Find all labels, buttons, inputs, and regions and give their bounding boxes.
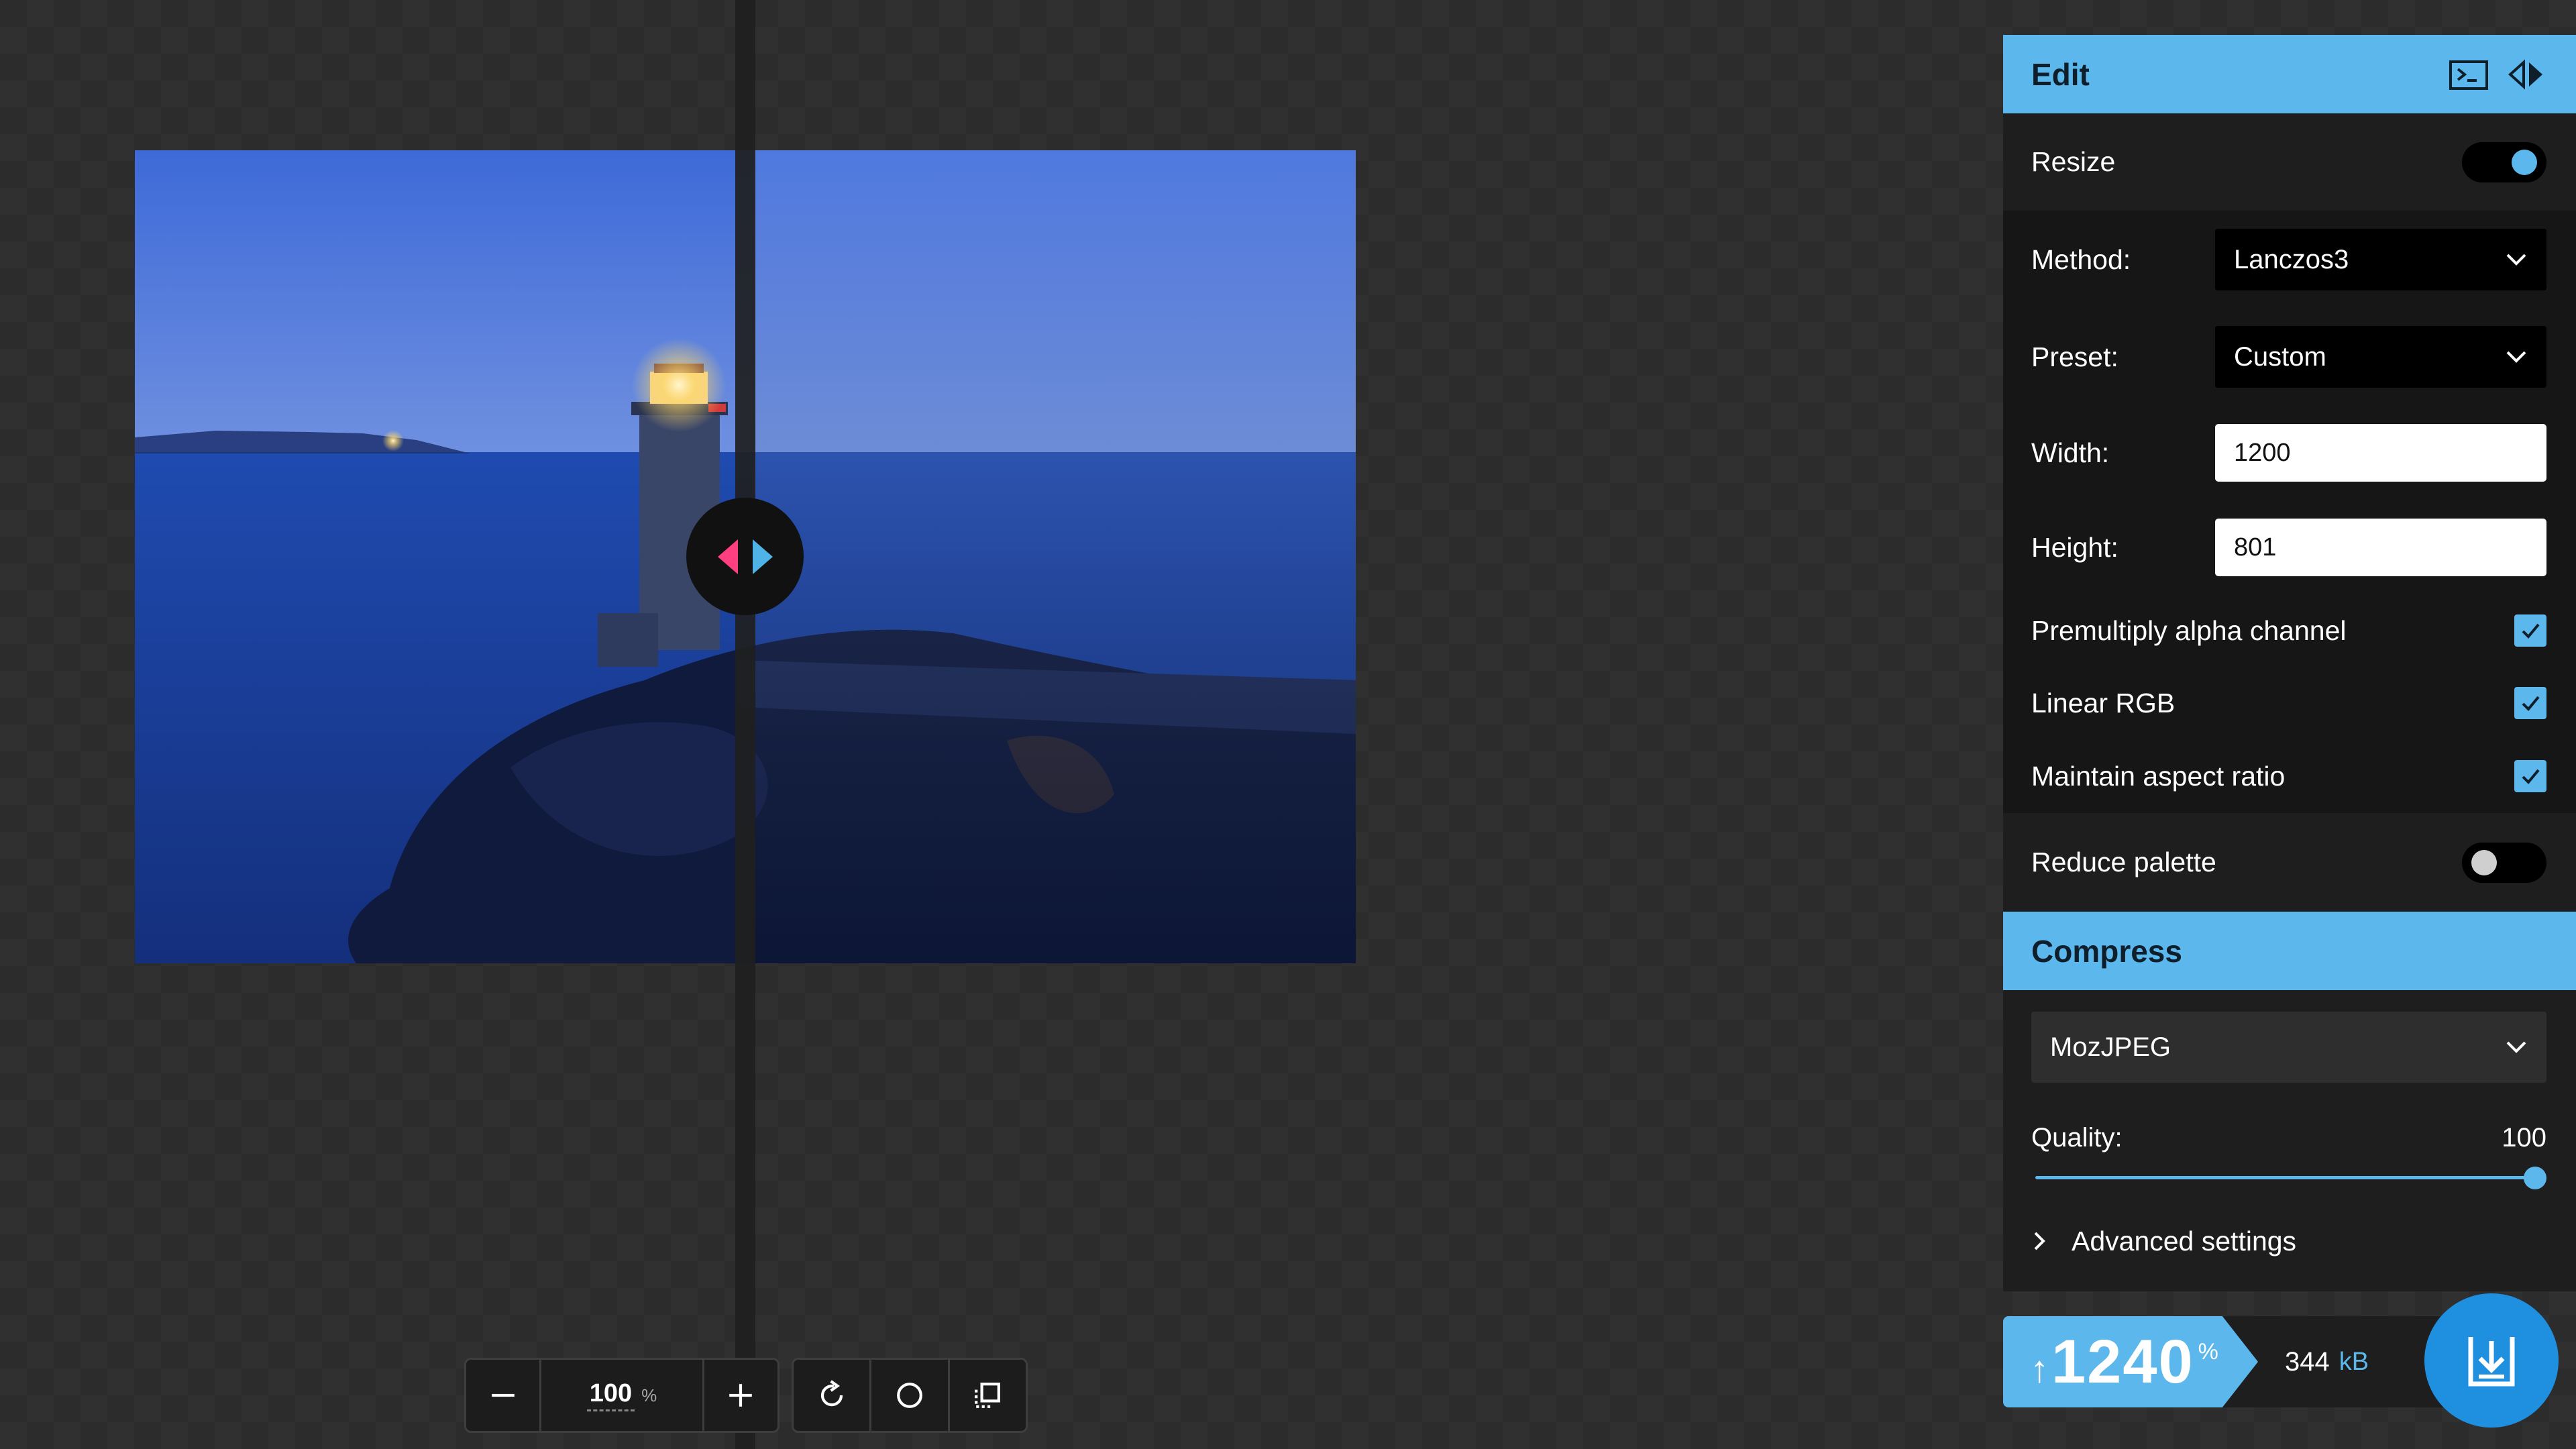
premultiply-label: Premultiply alpha channel — [2031, 614, 2347, 646]
height-label: Height: — [2031, 531, 2118, 563]
zoom-unit: % — [641, 1385, 657, 1405]
checkmark-icon — [2522, 623, 2540, 639]
results-bar: ↑ 1240 % 344 kB — [2003, 1293, 2576, 1449]
width-input[interactable]: 1200 — [2215, 424, 2546, 482]
zoom-level[interactable]: 100 % — [541, 1360, 704, 1431]
toggle-knob — [2512, 149, 2537, 175]
premultiply-checkbox[interactable] — [2514, 614, 2546, 647]
background-toggle-button[interactable] — [871, 1360, 950, 1431]
circle-icon — [897, 1383, 922, 1408]
advanced-settings-toggle[interactable]: Advanced settings — [2031, 1191, 2546, 1291]
edit-title: Edit — [2031, 56, 2090, 92]
size-change-percent: 1240 — [2051, 1327, 2194, 1396]
edit-header: Edit — [2003, 35, 2576, 113]
zoom-out-button[interactable] — [466, 1360, 542, 1431]
height-input[interactable]: 801 — [2215, 519, 2546, 576]
codec-select[interactable]: MozJPEG — [2031, 1012, 2546, 1083]
compress-header: Compress — [2003, 912, 2576, 990]
plus-icon — [729, 1384, 753, 1407]
minus-icon — [491, 1393, 515, 1397]
preset-select[interactable]: Custom — [2215, 326, 2546, 388]
quality-value[interactable]: 100 — [2502, 1123, 2546, 1153]
terminal-icon[interactable] — [2449, 57, 2489, 92]
chevron-down-icon — [2506, 351, 2526, 363]
resize-options: Method: Lanczos3 Preset: Custom Width: 1… — [2003, 211, 2576, 813]
download-button[interactable] — [2424, 1293, 2559, 1428]
premultiply-row: Premultiply alpha channel — [2003, 594, 2576, 667]
output-size-value: 344 — [2285, 1346, 2330, 1377]
method-value: Lanczos3 — [2234, 244, 2349, 274]
comparison-handle[interactable] — [686, 498, 804, 615]
method-row: Method: Lanczos3 — [2003, 211, 2576, 309]
height-row: Height: 801 — [2003, 500, 2576, 594]
preset-row: Preset: Custom — [2003, 309, 2576, 405]
left-arrow-icon — [717, 539, 738, 574]
maintain-aspect-row: Maintain aspect ratio — [2003, 739, 2576, 813]
width-row: Width: 1200 — [2003, 405, 2576, 500]
crop-icon — [975, 1383, 1001, 1408]
crop-button[interactable] — [950, 1360, 1026, 1431]
reduce-palette-toggle[interactable] — [2462, 842, 2546, 883]
output-size: 344 kB — [2285, 1316, 2369, 1407]
compress-section: MozJPEG Quality: 100 Advanced settings — [2003, 990, 2576, 1291]
resize-row: Resize — [2003, 113, 2576, 211]
comparison-divider[interactable] — [735, 0, 755, 1449]
right-arrow-icon — [752, 539, 773, 574]
method-label: Method: — [2031, 244, 2131, 275]
width-label: Width: — [2031, 437, 2110, 468]
size-increase-arrow: ↑ — [2030, 1347, 2049, 1390]
advanced-settings-label: Advanced settings — [2072, 1225, 2297, 1256]
resize-toggle[interactable] — [2462, 142, 2546, 182]
chevron-right-icon — [2034, 1232, 2045, 1250]
zoom-in-button[interactable] — [704, 1360, 777, 1431]
maintain-aspect-label: Maintain aspect ratio — [2031, 760, 2286, 792]
settings-panel: Edit Resize Method: Lanczos3 Preset: Cus… — [2003, 35, 2576, 1291]
rotate-icon — [820, 1380, 843, 1407]
view-toolbar — [792, 1358, 1028, 1433]
resize-section: Resize — [2003, 113, 2576, 211]
slider-track — [2035, 1176, 2540, 1179]
slider-thumb[interactable] — [2524, 1167, 2546, 1189]
edit-header-actions — [2449, 57, 2546, 92]
preset-label: Preset: — [2031, 341, 2118, 372]
download-icon — [2468, 1337, 2515, 1387]
checkmark-icon — [2522, 696, 2540, 711]
checkmark-icon — [2522, 769, 2540, 784]
reduce-palette-row: Reduce palette — [2003, 813, 2576, 912]
maintain-aspect-checkbox[interactable] — [2514, 760, 2546, 792]
toggle-knob — [2471, 849, 2497, 875]
reduce-palette-section: Reduce palette — [2003, 813, 2576, 912]
zoom-toolbar: 100 % — [464, 1358, 780, 1433]
resize-label: Resize — [2031, 146, 2116, 177]
chevron-down-icon — [2506, 1041, 2526, 1053]
size-change-badge: ↑ 1240 % — [2003, 1316, 2258, 1407]
preset-value: Custom — [2234, 341, 2326, 372]
rotate-button[interactable] — [794, 1360, 872, 1431]
quality-row: Quality: 100 — [2031, 1123, 2546, 1153]
method-select[interactable]: Lanczos3 — [2215, 229, 2546, 290]
chevron-down-icon — [2506, 254, 2526, 266]
linear-rgb-checkbox[interactable] — [2514, 687, 2546, 719]
codec-value: MozJPEG — [2050, 1032, 2171, 1062]
output-size-unit: kB — [2339, 1347, 2369, 1376]
quality-label: Quality: — [2031, 1123, 2123, 1152]
zoom-value[interactable]: 100 — [586, 1379, 635, 1411]
compress-title: Compress — [2031, 933, 2182, 969]
percent-sign: % — [2198, 1339, 2218, 1364]
quality-slider[interactable] — [2031, 1164, 2546, 1191]
linear-rgb-row: Linear RGB — [2003, 667, 2576, 739]
linear-rgb-label: Linear RGB — [2031, 687, 2176, 718]
split-arrows-icon[interactable] — [2506, 57, 2546, 92]
reduce-palette-label: Reduce palette — [2031, 847, 2216, 877]
